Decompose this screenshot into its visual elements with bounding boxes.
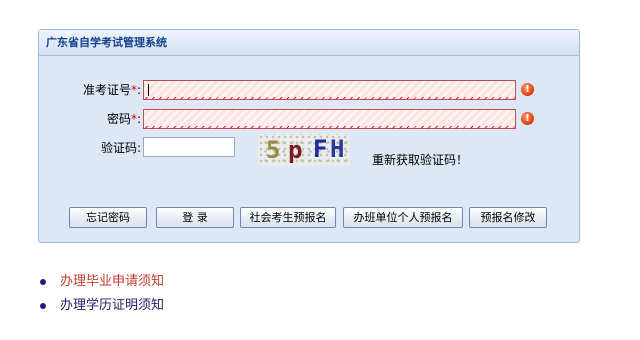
password-colon: :: [136, 112, 141, 126]
graduation-notice-link[interactable]: 办理毕业申请须知: [60, 270, 164, 294]
captcha-char: H: [330, 135, 345, 163]
panel-title: 广东省自学考试管理系统: [39, 30, 579, 56]
forgot-password-button[interactable]: 忘记密码: [69, 207, 147, 228]
captcha-char: F: [313, 135, 328, 163]
captcha-label-text: 验证码: [100, 141, 137, 155]
diploma-certificate-notice-link[interactable]: 办理学历证明须知: [60, 294, 164, 318]
captcha-image[interactable]: 5 p F H: [258, 134, 350, 166]
captcha-colon: :: [136, 141, 141, 155]
exam-id-input[interactable]: [143, 80, 516, 100]
captcha-label-wrap: 验证码:: [39, 137, 141, 159]
error-underline: [144, 97, 515, 100]
exclamation-icon: !: [521, 83, 534, 96]
password-label-text: 密码: [106, 112, 131, 126]
login-panel: 广东省自学考试管理系统 准考证号*: ! 密码*: ! 验证码: 5 p F H…: [38, 29, 580, 243]
prereg-modify-button[interactable]: 预报名修改: [469, 207, 547, 228]
public-prereg-button[interactable]: 社会考生预报名: [240, 207, 336, 228]
text-cursor: [148, 84, 149, 96]
exclamation-icon: !: [521, 112, 534, 125]
bullet-icon: [40, 303, 46, 309]
password-label-wrap: 密码*:: [39, 108, 141, 130]
exam-id-label: 准考证号*:: [36, 79, 141, 101]
login-button[interactable]: 登 录: [156, 207, 234, 228]
error-underline: [144, 126, 515, 129]
password-label: 密码*:: [36, 108, 141, 130]
captcha-char: 5: [266, 136, 281, 164]
exam-id-label-wrap: 准考证号*:: [39, 79, 141, 101]
exam-id-label-text: 准考证号: [82, 83, 131, 97]
captcha-char: p: [288, 136, 303, 164]
captcha-input[interactable]: [143, 137, 235, 157]
captcha-label: 验证码:: [36, 137, 141, 159]
refresh-captcha-link[interactable]: 重新获取验证码！: [372, 151, 468, 168]
password-input[interactable]: [143, 109, 516, 129]
exam-id-colon: :: [136, 83, 141, 97]
class-unit-prereg-button[interactable]: 办班单位个人预报名: [343, 207, 463, 228]
bullet-icon: [40, 279, 46, 285]
